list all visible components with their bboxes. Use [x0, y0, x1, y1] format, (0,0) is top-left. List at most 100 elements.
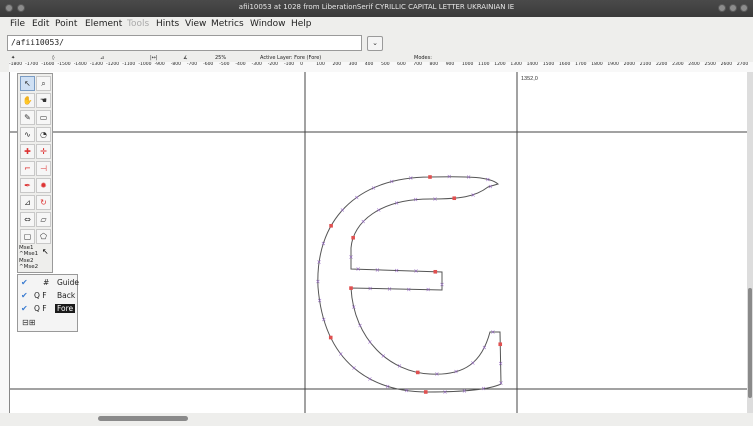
- off-curve-point[interactable]: ×: [498, 380, 503, 387]
- freehand-tool[interactable]: ✋: [20, 93, 35, 108]
- hv-curve-point-tool[interactable]: ✛: [36, 144, 51, 159]
- minimize-icon[interactable]: [718, 4, 726, 12]
- menu-point[interactable]: Point: [55, 19, 77, 29]
- on-curve-point[interactable]: [423, 390, 428, 394]
- on-curve-point[interactable]: [415, 370, 420, 375]
- off-curve-point[interactable]: ×: [338, 351, 343, 358]
- rotate-tool[interactable]: ↻: [36, 195, 51, 210]
- off-curve-point[interactable]: ×: [413, 197, 418, 204]
- off-curve-point[interactable]: ×: [348, 254, 353, 261]
- off-curve-point[interactable]: ×: [488, 183, 493, 190]
- off-curve-point[interactable]: ×: [376, 207, 381, 214]
- flip-tool[interactable]: ⇔: [20, 212, 35, 227]
- checkmark-icon[interactable]: ✔: [21, 292, 29, 300]
- checkmark-icon[interactable]: ✔: [21, 305, 29, 313]
- off-curve-point[interactable]: ×: [317, 298, 322, 305]
- layer-name-back[interactable]: Back: [55, 291, 77, 300]
- off-curve-point[interactable]: ×: [351, 365, 356, 372]
- off-curve-point[interactable]: ×: [471, 192, 476, 199]
- menu-metrics[interactable]: Metrics: [211, 19, 244, 29]
- menu-element[interactable]: Element: [85, 19, 122, 29]
- off-curve-point[interactable]: ×: [354, 194, 359, 201]
- off-curve-point[interactable]: ×: [321, 240, 326, 247]
- off-curve-point[interactable]: ×: [371, 185, 376, 192]
- layer-row-back[interactable]: ✔ Q F Back: [21, 291, 75, 303]
- vertical-scroll-thumb[interactable]: [748, 288, 752, 398]
- on-curve-point[interactable]: [428, 175, 432, 179]
- scroll-tool[interactable]: ☚: [36, 93, 51, 108]
- knife-tool[interactable]: ✎: [20, 110, 35, 125]
- corner-point-tool[interactable]: ⌐: [20, 161, 35, 176]
- off-curve-point[interactable]: ×: [481, 386, 486, 393]
- layer-row-guide[interactable]: ✔ # Guide: [21, 278, 79, 290]
- off-curve-point[interactable]: ×: [375, 267, 380, 274]
- off-curve-point[interactable]: ×: [447, 174, 452, 181]
- glyph-canvas[interactable]: 1352,0 × × × × × × × × × × × × × × × × × × × × × × × × × × × × × × × × ×…: [10, 72, 750, 413]
- off-curve-point[interactable]: ×: [490, 329, 495, 336]
- maximize-icon[interactable]: [729, 4, 737, 12]
- off-curve-point[interactable]: ×: [381, 353, 386, 360]
- off-curve-point[interactable]: ×: [482, 344, 487, 351]
- off-curve-point[interactable]: ×: [340, 207, 345, 214]
- pointer-tool[interactable]: ↖: [20, 76, 35, 91]
- magnify-tool[interactable]: ⌕: [36, 76, 51, 91]
- spiro-tool[interactable]: ∿: [20, 127, 35, 142]
- on-curve-point[interactable]: [433, 269, 438, 274]
- horizontal-scroll-thumb[interactable]: [98, 416, 188, 421]
- tangent-point-tool[interactable]: ⊣: [36, 161, 51, 176]
- off-curve-point[interactable]: ×: [470, 360, 475, 367]
- off-curve-point[interactable]: ×: [315, 278, 320, 285]
- on-curve-point[interactable]: [329, 223, 333, 228]
- off-curve-point[interactable]: ×: [406, 286, 411, 293]
- scale-tool[interactable]: ⊿: [20, 195, 35, 210]
- off-curve-point[interactable]: ×: [385, 383, 390, 390]
- off-curve-point[interactable]: ×: [367, 339, 372, 346]
- menu-file[interactable]: File: [10, 19, 25, 29]
- off-curve-point[interactable]: ×: [413, 268, 418, 275]
- off-curve-point[interactable]: ×: [361, 218, 366, 225]
- off-curve-point[interactable]: ×: [368, 285, 373, 292]
- polygon-tool[interactable]: ⬠: [36, 229, 51, 244]
- ruler-tool[interactable]: ▭: [36, 110, 51, 125]
- menu-tools[interactable]: Tools: [127, 19, 149, 29]
- menu-edit[interactable]: Edit: [32, 19, 49, 29]
- layer-name-guide[interactable]: Guide: [55, 278, 81, 287]
- menu-help[interactable]: Help: [291, 19, 312, 29]
- pen-tool[interactable]: ✒: [20, 178, 35, 193]
- off-curve-point[interactable]: ×: [439, 282, 444, 289]
- off-curve-point[interactable]: ×: [358, 322, 363, 329]
- off-curve-point[interactable]: ×: [434, 371, 439, 378]
- skew-tool[interactable]: ▱: [36, 212, 51, 227]
- off-curve-point[interactable]: ×: [443, 389, 448, 396]
- glyph-name-field[interactable]: /afii10053/: [7, 35, 362, 51]
- off-curve-point[interactable]: ×: [317, 259, 322, 266]
- add-layer-icon[interactable]: ⊞: [29, 318, 36, 327]
- hvcurve-tool[interactable]: ◔: [36, 127, 51, 142]
- off-curve-point[interactable]: ×: [432, 196, 437, 203]
- on-curve-point[interactable]: [498, 342, 503, 347]
- close-icon[interactable]: [740, 4, 748, 12]
- checkmark-icon[interactable]: ✔: [21, 279, 29, 287]
- menu-hints[interactable]: Hints: [156, 19, 179, 29]
- spiro-point-tool[interactable]: ✹: [36, 178, 51, 193]
- off-curve-point[interactable]: ×: [321, 317, 326, 324]
- rectangle-tool[interactable]: ▢: [20, 229, 35, 244]
- off-curve-point[interactable]: ×: [387, 286, 392, 293]
- off-curve-point[interactable]: ×: [367, 376, 372, 383]
- remove-layer-icon[interactable]: ⊟: [22, 318, 29, 327]
- off-curve-point[interactable]: ×: [454, 369, 459, 376]
- off-curve-point[interactable]: ×: [462, 388, 467, 395]
- off-curve-point[interactable]: ×: [426, 287, 431, 294]
- layer-row-fore[interactable]: ✔ Q F Fore: [21, 304, 76, 316]
- off-curve-point[interactable]: ×: [498, 361, 503, 368]
- off-curve-point[interactable]: ×: [394, 268, 399, 275]
- off-curve-point[interactable]: ×: [394, 200, 399, 207]
- off-curve-point[interactable]: ×: [466, 174, 471, 181]
- layer-name-fore[interactable]: Fore: [55, 304, 76, 313]
- on-curve-point[interactable]: [328, 335, 333, 340]
- off-curve-point[interactable]: ×: [356, 266, 361, 273]
- off-curve-point[interactable]: ×: [408, 175, 413, 182]
- on-curve-point[interactable]: [349, 286, 353, 290]
- off-curve-point[interactable]: ×: [485, 176, 490, 183]
- off-curve-point[interactable]: ×: [351, 304, 356, 311]
